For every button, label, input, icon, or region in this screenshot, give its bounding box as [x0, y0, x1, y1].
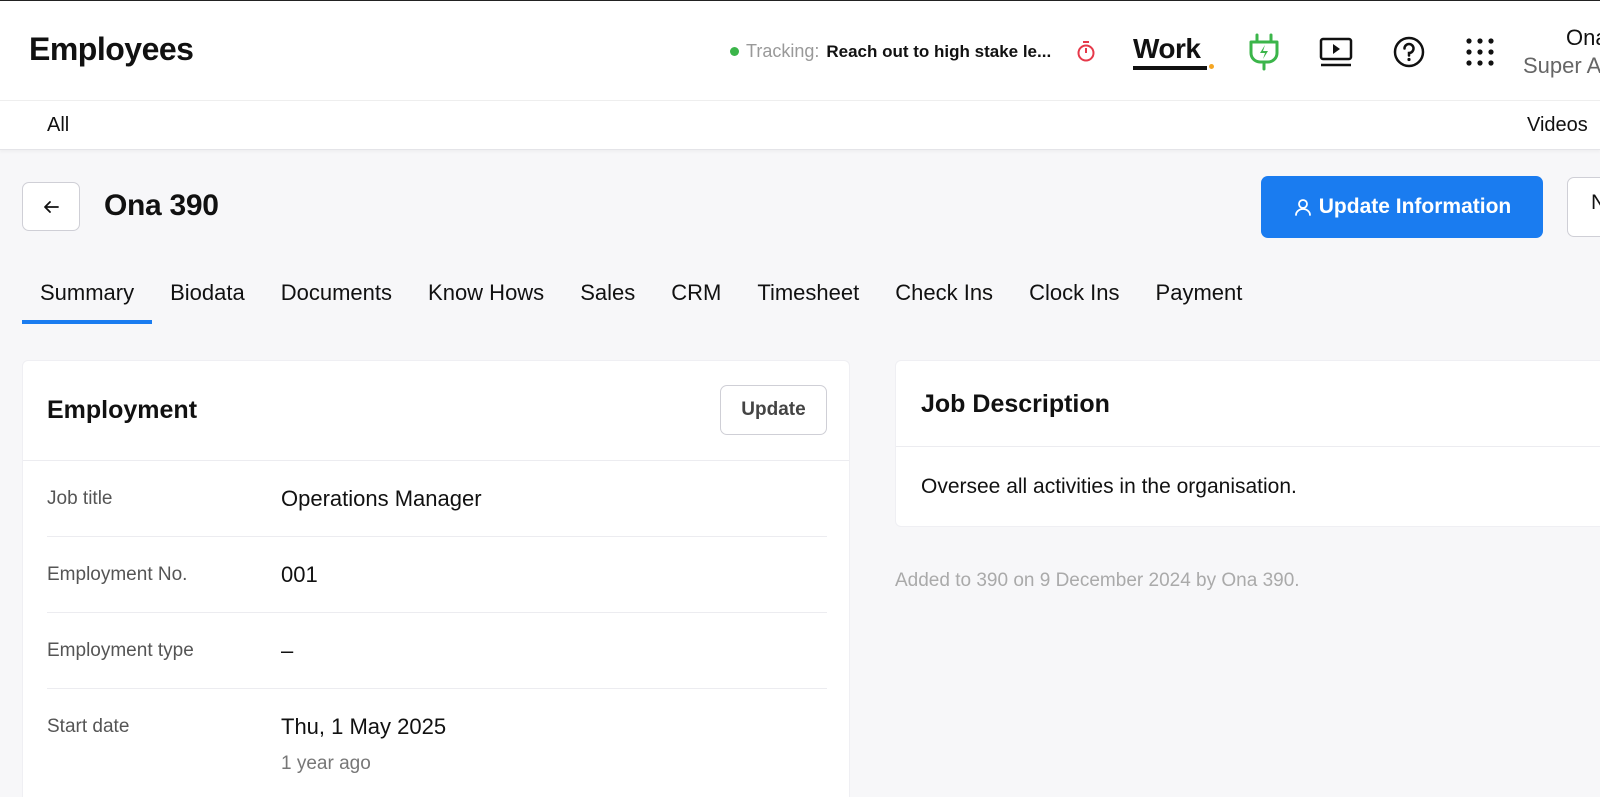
employment-card-header: Employment Update	[23, 361, 849, 461]
row-label: Employment No.	[47, 564, 188, 585]
tracking-dot-icon	[730, 47, 739, 56]
subnav-videos[interactable]: Videos	[1527, 114, 1588, 137]
app-title: Employees	[29, 31, 194, 67]
tab-documents[interactable]: Documents	[263, 276, 410, 324]
employment-title: Employment	[47, 396, 198, 424]
tab-know-hows[interactable]: Know Hows	[410, 276, 562, 324]
page-title: Ona 390	[104, 189, 219, 222]
row-label: Start date	[47, 716, 130, 737]
work-logo[interactable]: Work	[1133, 33, 1201, 65]
user-icon	[1294, 199, 1311, 216]
help-icon[interactable]	[1393, 36, 1425, 68]
row-label: Employment type	[47, 640, 194, 661]
employment-update-button[interactable]: Update	[720, 385, 827, 435]
tracking-task[interactable]: Reach out to high stake le...	[826, 42, 1051, 62]
job-description-title: Job Description	[921, 390, 1110, 418]
employment-row-employment-type: Employment type –	[47, 613, 827, 689]
employment-row-job-title: Job title Operations Manager	[47, 461, 827, 537]
sub-nav: All Videos	[0, 100, 1600, 150]
job-description-text: Oversee all activities in the organisati…	[921, 475, 1297, 498]
row-value: 001	[281, 562, 318, 587]
tracking-label: Tracking:	[746, 41, 820, 61]
work-logo-dot	[1209, 64, 1214, 69]
work-logo-underline	[1133, 66, 1207, 70]
row-value: Operations Manager	[281, 486, 482, 511]
tab-summary[interactable]: Summary	[22, 276, 153, 324]
tab-clock-ins[interactable]: Clock Ins	[1011, 276, 1137, 324]
row-value: –	[281, 638, 294, 663]
video-play-icon[interactable]	[1319, 36, 1353, 68]
user-role: Super A	[1523, 53, 1600, 78]
back-arrow-icon	[44, 200, 59, 213]
apps-grid-icon[interactable]	[1466, 38, 1494, 66]
tab-sales[interactable]: Sales	[562, 276, 653, 324]
tab-crm[interactable]: CRM	[653, 276, 739, 324]
subnav-all[interactable]: All	[47, 114, 69, 137]
tab-biodata[interactable]: Biodata	[152, 276, 263, 324]
next-action-button[interactable]: N	[1567, 177, 1600, 237]
update-information-label: Update Information	[1318, 195, 1512, 218]
added-note: Added to 390 on 9 December 2024 by Ona 3…	[895, 570, 1300, 591]
tab-check-ins[interactable]: Check Ins	[877, 276, 1011, 324]
back-button[interactable]	[22, 182, 80, 231]
row-value: Thu, 1 May 2025	[281, 714, 447, 739]
tab-payment[interactable]: Payment	[1138, 276, 1261, 324]
job-description-card: Job Description Oversee all activities i…	[895, 360, 1600, 527]
job-description-header: Job Description	[896, 361, 1600, 447]
stopwatch-icon[interactable]	[1076, 40, 1096, 62]
update-information-button[interactable]: Update Information	[1261, 176, 1543, 238]
row-label: Job title	[47, 488, 113, 509]
plug-icon[interactable]	[1246, 33, 1282, 71]
tracking-status[interactable]: Tracking: Reach out to high stake le...	[730, 41, 1051, 62]
profile-tabs: Summary Biodata Documents Know Hows Sale…	[22, 276, 1260, 326]
user-name[interactable]: Ona	[1566, 25, 1600, 51]
tab-timesheet[interactable]: Timesheet	[739, 276, 877, 324]
employment-row-employment-no: Employment No. 001	[47, 537, 827, 613]
top-bar: Employees Tracking: Reach out to high st…	[0, 0, 1600, 100]
row-relative-date: 1 year ago	[281, 753, 371, 774]
employment-row-start-date: Start date Thu, 1 May 2025 1 year ago	[47, 689, 827, 797]
employment-card: Employment Update Job title Operations M…	[22, 360, 850, 797]
